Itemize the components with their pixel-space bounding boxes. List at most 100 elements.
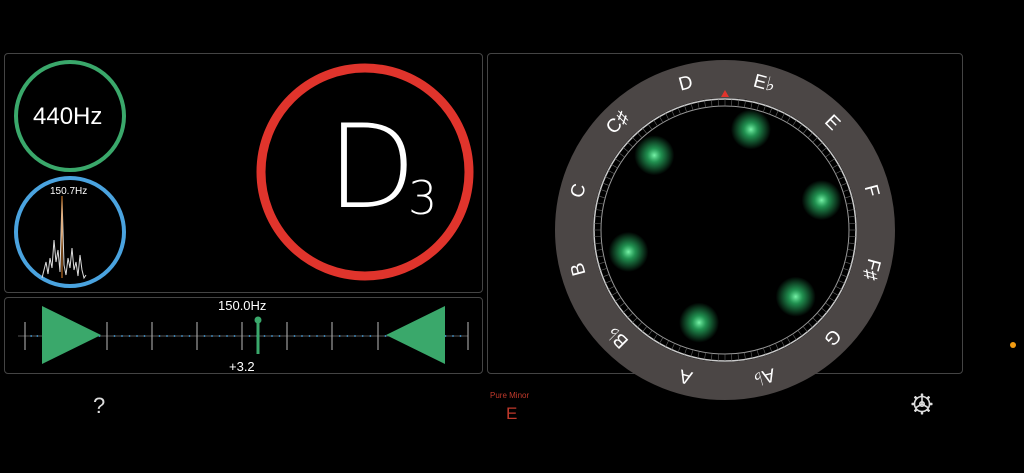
meter-cents: +3.2 <box>229 359 255 374</box>
meter-dot <box>233 335 236 337</box>
meter-dot <box>308 335 311 337</box>
wheel-tick <box>704 352 706 360</box>
wheel-glows <box>608 109 842 343</box>
wheel-tick <box>769 107 773 115</box>
wheel-tick <box>711 353 713 361</box>
meter-dot <box>211 335 213 337</box>
meter-frequency: 150.0Hz <box>218 298 267 313</box>
wheel-tick <box>627 312 634 318</box>
wheel-tick <box>600 189 608 192</box>
scale-key[interactable]: E <box>506 404 517 424</box>
wheel-tick <box>781 113 785 120</box>
scale-note-glow <box>730 109 771 150</box>
wheel-tick <box>690 349 694 357</box>
help-button[interactable]: ? <box>93 393 105 419</box>
wheel-tick <box>744 352 746 360</box>
sharp-arrow <box>386 306 445 364</box>
wheel-tick <box>750 351 753 359</box>
wheel-tick <box>684 347 687 355</box>
wheel-tick <box>835 286 842 290</box>
wheel-tick <box>848 242 856 244</box>
wheel-tick <box>802 128 808 134</box>
wheel-tick <box>781 340 785 347</box>
scale-note-glow <box>608 231 649 272</box>
wheel-tick <box>642 128 648 134</box>
wheel-tick <box>671 343 675 350</box>
wheel-tick <box>792 333 797 341</box>
wheel-tick <box>665 113 669 120</box>
wheel-tick <box>825 302 832 308</box>
wheel-tick <box>775 343 779 350</box>
wheel-tick <box>659 337 664 344</box>
wheel-tick <box>598 261 606 265</box>
wheel-tick <box>756 103 760 111</box>
wheel-tick <box>835 170 842 174</box>
meter-dot <box>346 335 349 337</box>
meter-dot <box>128 335 131 337</box>
spectrum-graph <box>41 197 87 280</box>
wheel-tick <box>842 268 850 271</box>
reference-frequency[interactable]: 440Hz <box>33 103 102 131</box>
wheel-tick <box>623 307 629 313</box>
wheel-tick <box>840 274 848 278</box>
wheel-tick <box>786 337 791 344</box>
wheel-tick <box>632 137 638 143</box>
wheel-tick <box>594 216 602 218</box>
wheel-tick <box>594 242 602 244</box>
wheel-tick <box>605 176 612 180</box>
wheel-tick <box>763 347 766 355</box>
wheel-tick <box>847 249 855 251</box>
meter-dot <box>113 335 116 337</box>
wheel-tick <box>838 280 845 284</box>
wheel-tick <box>775 110 779 117</box>
wheel-tick <box>737 99 739 107</box>
wheel-tick <box>665 340 669 347</box>
wheel-tick <box>632 317 638 323</box>
meter-dot <box>271 335 273 337</box>
meter-dot <box>301 335 303 337</box>
meter-dot <box>218 335 221 337</box>
note-octave: 3 <box>408 171 438 225</box>
meter-dot <box>143 335 146 337</box>
wheel-tick <box>605 280 612 284</box>
wheel-tick <box>744 100 746 108</box>
wheel-inner-ring-2 <box>600 105 850 355</box>
wheel-tick <box>697 101 700 109</box>
wheel-tick <box>690 103 694 111</box>
wheel-tick <box>832 291 839 296</box>
note-letter: D <box>327 100 417 235</box>
meter-dot <box>323 335 326 337</box>
wheel-tick <box>608 286 615 290</box>
wheel-tick <box>816 312 823 318</box>
wheel-tick <box>769 345 773 353</box>
wheel-tick <box>614 158 622 163</box>
wheel-tick <box>697 351 700 359</box>
wheel-tick <box>792 119 797 127</box>
wheel-tick <box>602 182 610 186</box>
wheel-tick <box>828 158 836 163</box>
spectrum-frequency: 150.7Hz <box>50 186 88 197</box>
meter-dot <box>293 335 296 337</box>
meter-dot <box>452 335 454 337</box>
wheel-tick <box>828 297 836 302</box>
meter-dot <box>361 335 364 337</box>
scale-note-glow <box>801 180 842 221</box>
wheel-tick <box>595 209 603 211</box>
wheel-tick <box>737 353 739 361</box>
scale-mode-label[interactable]: Pure Minor <box>490 391 529 400</box>
wheel-tick <box>595 249 603 251</box>
wheel-tick <box>821 147 827 153</box>
scale-note-glow <box>679 302 720 343</box>
gear-icon[interactable] <box>910 392 934 416</box>
wheel-tick <box>812 317 818 323</box>
wheel-tick <box>840 182 848 186</box>
wheel-tick <box>816 142 823 148</box>
wheel-tick <box>825 152 832 158</box>
wheel-tick <box>627 142 634 148</box>
wheel-tick <box>653 119 658 127</box>
wheel-ticks <box>594 99 856 361</box>
wheel-tick <box>848 216 856 218</box>
wheel-tick <box>842 189 850 192</box>
wheel-tick <box>838 176 845 180</box>
meter-dot <box>166 335 168 337</box>
